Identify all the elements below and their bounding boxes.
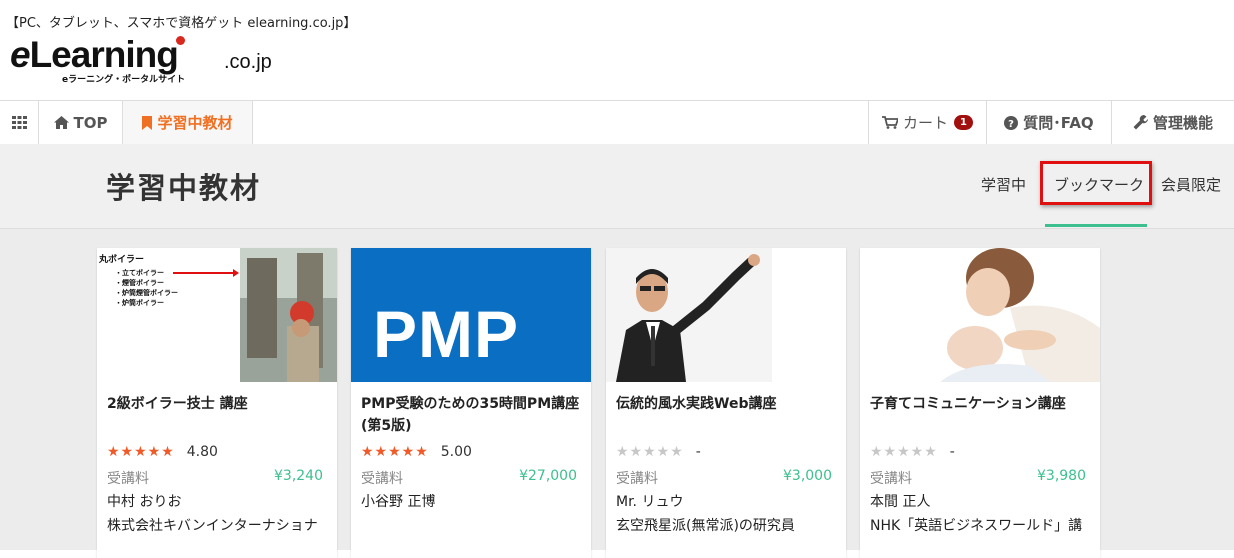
rating-score: - xyxy=(695,444,701,460)
question-circle-icon: ? xyxy=(1004,115,1019,130)
rating-score: 5.00 xyxy=(440,444,472,460)
course-thumbnail-boiler: 丸ボイラー ・立てボイラー ・煙管ボイラー ・炉筒煙管ボイラー ・炉筒ボイラー xyxy=(97,248,337,382)
main-navbar: TOP 学習中教材 カート 1 ? 質問･FAQ 管理機能 xyxy=(0,100,1234,145)
nav-studying-materials[interactable]: 学習中教材 xyxy=(123,101,253,144)
thumb-item: ・炉筒煙管ボイラー xyxy=(115,289,178,297)
logo-subtitle: eラーニング・ポータルサイト xyxy=(62,75,186,85)
logo-wordmark: eLearning xyxy=(10,34,179,75)
cart-count-badge: 1 xyxy=(954,115,973,130)
course-author: 本間 正人 xyxy=(870,494,931,510)
bookmark-icon xyxy=(142,115,153,130)
cart-icon xyxy=(882,116,898,129)
thumb-item: ・煙管ボイラー xyxy=(115,279,164,287)
course-card[interactable]: 伝統的風水実践Web講座 ★★★★★ - 受講料 ¥3,000 Mr. リュウ … xyxy=(606,248,846,558)
nav-admin[interactable]: 管理機能 xyxy=(1111,101,1234,144)
course-organization: 玄空飛星派(無常派)の研究員 xyxy=(616,518,795,534)
tab-studying[interactable]: 学習中 xyxy=(981,174,1026,195)
nav-admin-label: 管理機能 xyxy=(1152,114,1213,132)
course-price: ¥3,240 xyxy=(274,468,323,484)
course-price: ¥27,000 xyxy=(519,468,577,484)
nav-cart-label: カート xyxy=(903,114,949,132)
course-thumbnail-fengshui xyxy=(606,248,846,382)
thumb-item: ・立てボイラー xyxy=(115,269,164,277)
site-tagline: 【PC、タブレット、スマホで資格ゲット elearning.co.jp】 xyxy=(6,16,357,31)
page-title: 学習中教材 xyxy=(106,171,262,205)
site-logo[interactable]: eLearning .co.jp eラーニング・ポータルサイト xyxy=(10,34,310,85)
nav-top[interactable]: TOP xyxy=(39,101,123,144)
home-icon xyxy=(53,116,69,129)
page-header: 学習中教材 学習中 ブックマーク 会員限定 xyxy=(0,144,1234,229)
nav-cart[interactable]: カート 1 xyxy=(868,101,986,144)
course-title[interactable]: 伝統的風水実践Web講座 xyxy=(616,393,838,415)
fee-label: 受講料 xyxy=(616,471,658,487)
thumb-pmp-text: PMP xyxy=(373,297,520,371)
course-card[interactable]: 丸ボイラー ・立てボイラー ・煙管ボイラー ・炉筒煙管ボイラー ・炉筒ボイラー … xyxy=(97,248,337,558)
fee-label: 受講料 xyxy=(361,471,403,487)
thumb-item: ・炉筒ボイラー xyxy=(115,299,164,307)
course-card[interactable]: 子育てコミュニケーション講座 ★★★★★ - 受講料 ¥3,980 本間 正人 … xyxy=(860,248,1100,558)
star-rating: ★★★★★ xyxy=(107,444,175,460)
star-rating: ★★★★★ xyxy=(361,444,429,460)
logo-domain: .co.jp xyxy=(224,51,272,73)
course-author: 小谷野 正博 xyxy=(361,494,436,510)
course-title[interactable]: PMP受験のための35時間PM講座(第5版) xyxy=(361,393,583,437)
nav-faq[interactable]: ? 質問･FAQ xyxy=(986,101,1111,144)
course-organization: 株式会社キバンインターナショナ xyxy=(107,518,318,534)
course-author: 中村 おりお xyxy=(107,494,182,510)
wrench-icon xyxy=(1133,115,1148,130)
course-rating: ★★★★★ - xyxy=(870,444,955,460)
course-author: Mr. リュウ xyxy=(616,494,684,510)
fee-label: 受講料 xyxy=(107,471,149,487)
bookmark-highlight-box xyxy=(1040,161,1152,205)
fee-label: 受講料 xyxy=(870,471,912,487)
course-rating: ★★★★★ - xyxy=(616,444,701,460)
active-tab-indicator xyxy=(1045,224,1147,227)
rating-score: - xyxy=(949,444,955,460)
course-rating: ★★★★★ 4.80 xyxy=(107,444,218,460)
course-price: ¥3,980 xyxy=(1037,468,1086,484)
nav-top-label: TOP xyxy=(73,113,108,132)
nav-studying-label: 学習中教材 xyxy=(157,114,233,132)
course-card[interactable]: PMP PMP受験のための35時間PM講座(第5版) ★★★★★ 5.00 受講… xyxy=(351,248,591,558)
nav-faq-label: 質問･FAQ xyxy=(1023,114,1094,132)
logo-dot xyxy=(176,36,185,45)
course-title[interactable]: 2級ボイラー技士 講座 xyxy=(107,393,329,415)
apps-grid-button[interactable] xyxy=(0,101,39,144)
course-thumbnail-pmp: PMP xyxy=(351,248,591,382)
star-rating: ★★★★★ xyxy=(616,444,684,460)
svg-text:?: ? xyxy=(1008,119,1014,130)
course-title[interactable]: 子育てコミュニケーション講座 xyxy=(870,393,1092,415)
thumb-heading: 丸ボイラー xyxy=(99,255,145,265)
rating-score: 4.80 xyxy=(186,444,218,460)
course-organization: NHK「英語ビジネスワールド」講 xyxy=(870,518,1083,534)
tab-members-only[interactable]: 会員限定 xyxy=(1161,174,1221,195)
course-price: ¥3,000 xyxy=(783,468,832,484)
star-rating: ★★★★★ xyxy=(870,444,938,460)
course-grid: 丸ボイラー ・立てボイラー ・煙管ボイラー ・炉筒煙管ボイラー ・炉筒ボイラー … xyxy=(0,229,1234,558)
course-rating: ★★★★★ 5.00 xyxy=(361,444,472,460)
grid-icon xyxy=(11,116,27,129)
course-thumbnail-parenting xyxy=(860,248,1100,382)
